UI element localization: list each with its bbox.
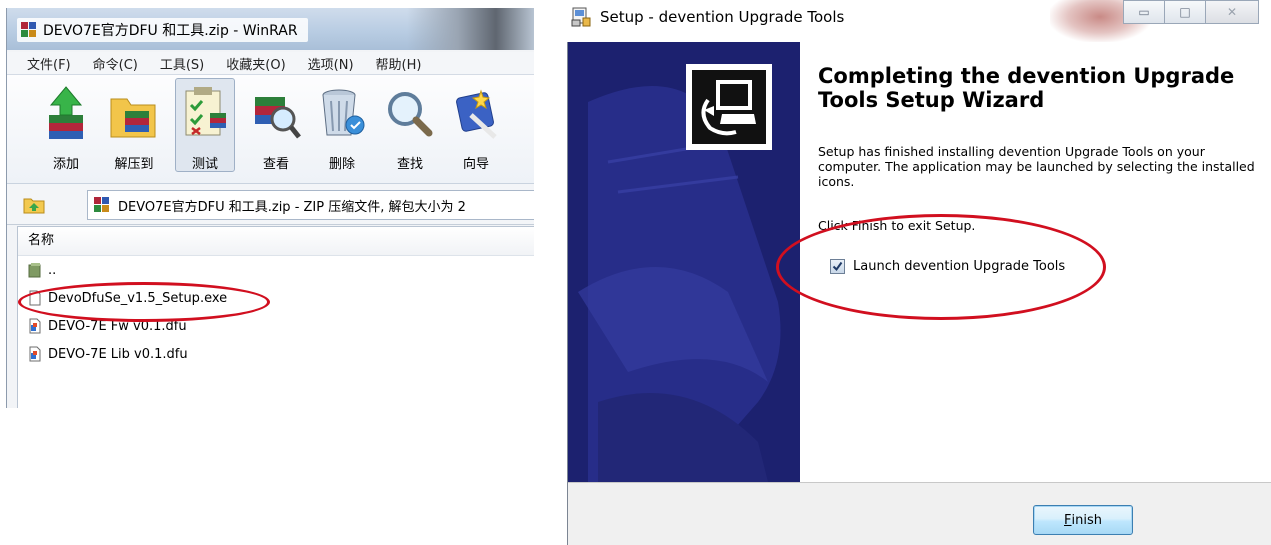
find-button[interactable]: 查找 [381, 79, 439, 172]
file-name: .. [48, 262, 57, 278]
find-button-label: 查找 [396, 157, 423, 172]
finish-mnemonic: F [1064, 512, 1072, 528]
winrar-title: DEVO7E官方DFU 和工具.zip - WinRAR [17, 18, 308, 42]
extract-to-button-label: 解压到 [114, 157, 154, 172]
up-folder-button[interactable] [17, 190, 51, 218]
wizard-button[interactable]: 向导 [447, 79, 505, 172]
annotation-ellipse-launch [776, 214, 1106, 320]
view-icon [251, 85, 301, 141]
minimize-icon: ▭ [1138, 5, 1150, 19]
maximize-button[interactable]: □ [1165, 0, 1206, 24]
column-header-name[interactable]: 名称 [18, 227, 534, 256]
view-button-label: 查看 [262, 157, 289, 172]
finish-label-rest: inish [1071, 512, 1102, 528]
menu-tools[interactable]: 工具(S) [146, 54, 212, 73]
maximize-icon: □ [1179, 5, 1191, 19]
wizard-button-label: 向导 [462, 157, 489, 172]
archive-path-text: DEVO7E官方DFU 和工具.zip - ZIP 压缩文件, 解包大小为 2 [118, 199, 466, 215]
add-archive-icon [41, 85, 91, 141]
wizard-heading: Completing the devention Upgrade Tools S… [818, 64, 1235, 112]
setup-title: Setup - devention Upgrade Tools [570, 6, 844, 28]
file-row-parent[interactable]: .. [18, 256, 534, 284]
file-name: DEVO-7E Lib v0.1.dfu [48, 346, 188, 362]
minimize-button[interactable]: ▭ [1123, 0, 1165, 24]
test-icon [180, 85, 230, 141]
setup-title-text: Setup - devention Upgrade Tools [600, 8, 845, 26]
folder-up-icon [28, 262, 42, 278]
wizard-banner [568, 42, 800, 482]
close-icon: ✕ [1226, 5, 1238, 19]
winrar-app-icon [21, 22, 37, 38]
view-button[interactable]: 查看 [247, 79, 305, 172]
winrar-menubar: 文件(F) 命令(C) 工具(S) 收藏夹(O) 选项(N) 帮助(H) [7, 52, 534, 75]
add-button[interactable]: 添加 [37, 79, 95, 172]
zip-archive-icon [94, 197, 110, 213]
titlebar-background-blur [407, 8, 534, 50]
dfu-file-icon [28, 318, 42, 334]
winrar-address-bar: DEVO7E官方DFU 和工具.zip - ZIP 压缩文件, 解包大小为 2 [7, 184, 534, 225]
menu-file[interactable]: 文件(F) [7, 54, 79, 73]
find-icon [385, 85, 435, 141]
installer-icon [571, 7, 591, 27]
add-button-label: 添加 [52, 157, 79, 172]
dfu-file-icon [28, 346, 42, 362]
test-button[interactable]: 测试 [175, 78, 235, 172]
window-controls: ▭ □ ✕ [1123, 0, 1259, 24]
annotation-ellipse-setup-exe [18, 282, 270, 322]
wizard-footer: Finish [568, 482, 1271, 545]
wizard-icon [451, 85, 501, 141]
extract-to-button[interactable]: 解压到 [105, 79, 163, 172]
wizard-body-text: Setup has finished installing devention … [818, 144, 1255, 189]
delete-button-label: 删除 [328, 157, 355, 172]
menu-commands[interactable]: 命令(C) [79, 54, 146, 73]
up-folder-icon [23, 198, 45, 214]
menu-favorites[interactable]: 收藏夹(O) [212, 54, 293, 73]
winrar-title-text: DEVO7E官方DFU 和工具.zip - WinRAR [43, 23, 298, 39]
extract-to-icon [109, 85, 159, 141]
menu-help[interactable]: 帮助(H) [362, 54, 430, 73]
winrar-titlebar[interactable]: DEVO7E官方DFU 和工具.zip - WinRAR [7, 8, 534, 50]
menu-options[interactable]: 选项(N) [294, 54, 362, 73]
archive-path-field[interactable]: DEVO7E官方DFU 和工具.zip - ZIP 压缩文件, 解包大小为 2 [87, 190, 534, 220]
setup-titlebar[interactable]: Setup - devention Upgrade Tools ▭ □ ✕ [560, 0, 1271, 42]
test-button-label: 测试 [191, 157, 218, 172]
delete-icon [317, 85, 367, 141]
finish-button[interactable]: Finish [1033, 505, 1133, 535]
delete-button[interactable]: 删除 [313, 79, 371, 172]
winrar-toolbar: 添加 解压到 测试 查看 删除 查找 向导 [7, 75, 534, 184]
winrar-window: DEVO7E官方DFU 和工具.zip - WinRAR 文件(F) 命令(C)… [6, 8, 534, 408]
close-button[interactable]: ✕ [1206, 0, 1259, 24]
setup-computer-icon [686, 64, 772, 150]
file-row-lib-dfu[interactable]: DEVO-7E Lib v0.1.dfu [18, 340, 534, 368]
